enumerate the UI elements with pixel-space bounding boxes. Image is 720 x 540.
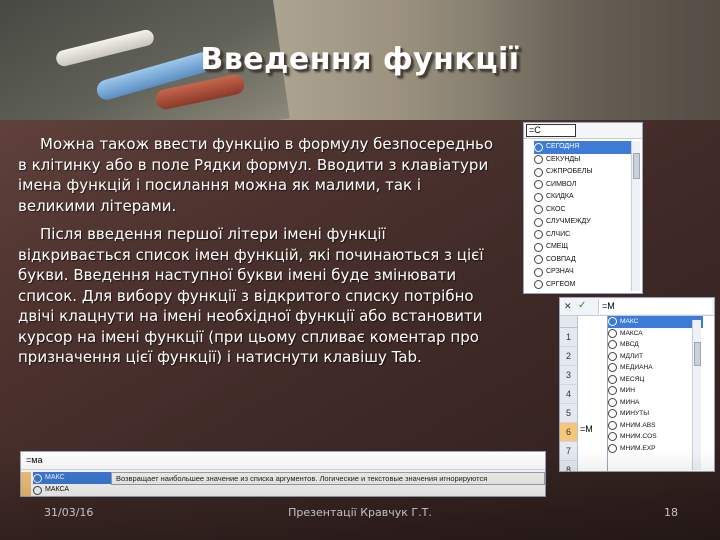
active-row-marker: [21, 472, 31, 496]
row-header-active[interactable]: 6: [560, 423, 578, 442]
function-icon: [534, 205, 543, 215]
function-item[interactable]: МДЛИТ: [608, 351, 703, 363]
function-icon: [608, 386, 617, 396]
cell-input[interactable]: =С: [526, 124, 576, 137]
function-icon: [33, 485, 42, 495]
function-icon: [608, 374, 617, 384]
function-item[interactable]: СЕКУНДЫ: [534, 154, 632, 167]
formula-area: =С: [524, 123, 642, 139]
list-scrollbar[interactable]: [692, 320, 701, 470]
row-header[interactable]: 2: [560, 347, 578, 366]
function-icon: [608, 363, 617, 373]
slide: Введення функції Можна також ввести функ…: [0, 0, 720, 540]
function-icon: [608, 409, 617, 419]
formula-bar: ✕ ✓ =М: [560, 298, 714, 316]
function-icon: [534, 242, 543, 252]
function-icon: [534, 255, 543, 265]
function-icon: [608, 328, 617, 338]
function-icon: [608, 420, 617, 430]
function-item[interactable]: МНИМ.COS: [608, 431, 703, 443]
row-header[interactable]: 4: [560, 385, 578, 404]
function-icon: [608, 351, 617, 361]
function-icon: [608, 443, 617, 453]
function-item[interactable]: МИНУТЫ: [608, 408, 703, 420]
function-item[interactable]: СЖПРОБЕЛЫ: [534, 166, 632, 179]
function-item[interactable]: СРЗНАЧ: [534, 266, 632, 279]
function-icon: [608, 317, 617, 327]
function-item[interactable]: СЕГОДНЯ: [534, 141, 632, 154]
function-icon: [534, 142, 543, 152]
function-list: СЕГОДНЯ СЕКУНДЫ СЖПРОБЕЛЫ СИМВОЛ СКИДКА …: [534, 141, 632, 291]
function-icon: [534, 155, 543, 165]
row-header[interactable]: 8: [560, 461, 578, 471]
formula-input[interactable]: =М: [598, 299, 712, 314]
function-icon: [534, 217, 543, 227]
active-cell-value[interactable]: =М: [580, 424, 593, 434]
function-icon: [33, 473, 42, 483]
row-header[interactable]: 5: [560, 404, 578, 423]
function-icon: [534, 167, 543, 177]
paragraph-2: Після введення першої літери імені функц…: [18, 225, 484, 366]
function-item[interactable]: СРГЕОМ: [534, 279, 632, 292]
function-icon: [534, 267, 543, 277]
function-item[interactable]: МЕСЯЦ: [608, 374, 703, 386]
function-item[interactable]: СЛУЧМЕЖДУ: [534, 216, 632, 229]
row-header[interactable]: 3: [560, 366, 578, 385]
function-icon: [608, 340, 617, 350]
function-icon: [608, 397, 617, 407]
row-header[interactable]: 7: [560, 442, 578, 461]
function-icon: [608, 432, 617, 442]
scrollbar-thumb[interactable]: [694, 342, 701, 366]
excel-autocomplete-screenshot-1: =С СЕГОДНЯ СЕКУНДЫ СЖПРОБЕЛЫ СИМВОЛ СКИД…: [523, 122, 643, 294]
function-icon: [534, 230, 543, 240]
confirm-icon[interactable]: ✓: [578, 300, 586, 311]
function-item[interactable]: МАКС: [608, 316, 703, 328]
footer-author: Презентації Кравчук Г.Т.: [288, 506, 432, 519]
function-item[interactable]: МНИМ.ABS: [608, 420, 703, 432]
function-item[interactable]: СИМВОЛ: [534, 179, 632, 192]
function-item[interactable]: МНИМ.EXP: [608, 443, 703, 455]
function-item[interactable]: МАКС: [33, 472, 111, 484]
function-icon: [534, 180, 543, 190]
scrollbar-thumb[interactable]: [633, 153, 640, 179]
function-item[interactable]: МАКСА: [33, 484, 111, 496]
function-item[interactable]: СЛЧИС: [534, 229, 632, 242]
function-item[interactable]: СКИДКА: [534, 191, 632, 204]
row-header[interactable]: 1: [560, 328, 578, 347]
function-list: МАКС МАКСА МВСД МДЛИТ МЕДИАНА МЕСЯЦ МИН …: [607, 316, 703, 471]
paragraph-1: Можна також ввести функцію в формулу без…: [18, 135, 494, 215]
cell-input[interactable]: =ма: [23, 454, 71, 467]
function-item[interactable]: СМЕЩ: [534, 241, 632, 254]
footer-page-number: 18: [664, 506, 678, 519]
function-item[interactable]: МИН: [608, 385, 703, 397]
function-tooltip: Возвращает наибольшее значение из списка…: [111, 472, 545, 485]
excel-autocomplete-screenshot-2: ✕ ✓ =М 1 2 3 4 5 6 7 8 =М МАКС МАКСА МВС…: [559, 297, 715, 472]
function-item[interactable]: МЕДИАНА: [608, 362, 703, 374]
footer-date: 31/03/16: [44, 506, 94, 519]
grid-divider: [21, 469, 545, 470]
worksheet-grid: 1 2 3 4 5 6 7 8 =М МАКС МАКСА МВСД МДЛИТ…: [560, 316, 714, 471]
function-item[interactable]: СКОС: [534, 204, 632, 217]
select-all-corner[interactable]: [560, 316, 578, 328]
function-item[interactable]: МВСД: [608, 339, 703, 351]
function-item[interactable]: СОВПАД: [534, 254, 632, 267]
function-item[interactable]: МИНА: [608, 397, 703, 409]
excel-autocomplete-screenshot-3: =ма МАКС МАКСА Возвращает наибольшее зна…: [20, 451, 546, 497]
cancel-icon[interactable]: ✕: [564, 301, 572, 312]
slide-body: Можна також ввести функцію в формулу без…: [18, 134, 502, 376]
slide-title: Введення функції: [200, 42, 520, 77]
function-icon: [534, 280, 543, 290]
function-item[interactable]: МАКСА: [608, 328, 703, 340]
function-icon: [534, 192, 543, 202]
function-list: МАКС МАКСА: [33, 472, 111, 496]
list-scrollbar[interactable]: [631, 141, 640, 291]
